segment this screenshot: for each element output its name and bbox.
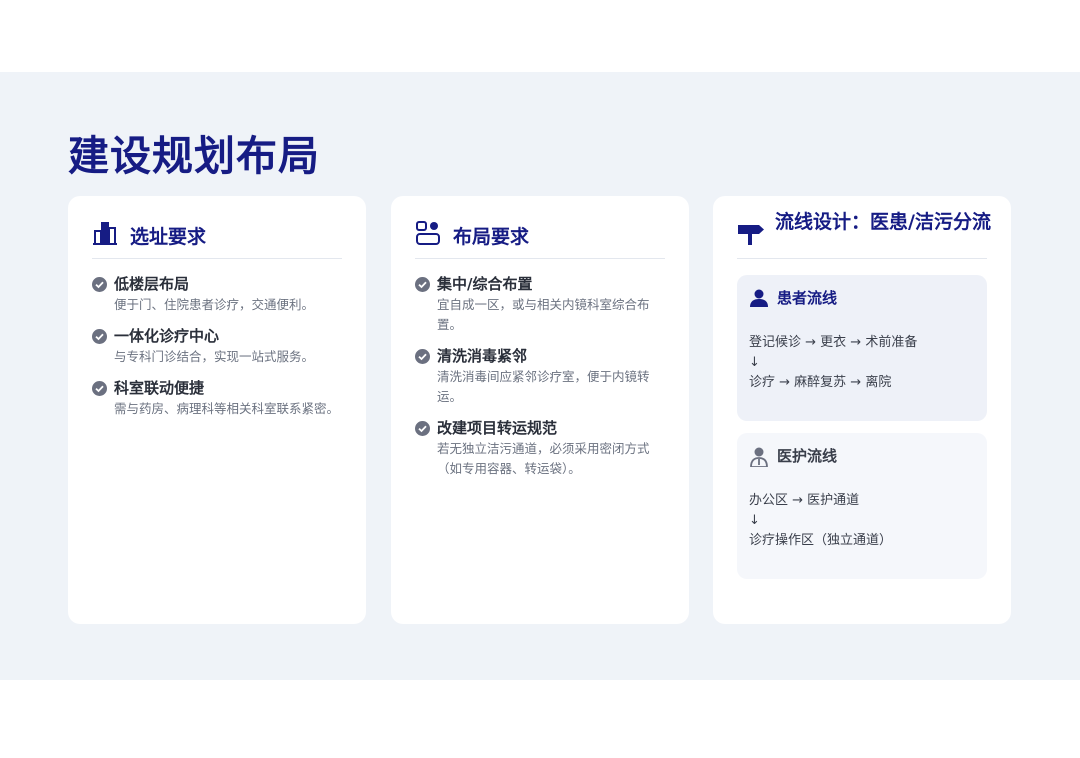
patient-flow-box: 患者流线 登记候诊 → 更衣 → 术前准备 ↓ 诊疗 → 麻醉复苏 → 离院: [737, 275, 987, 421]
check-circle-icon: [92, 277, 107, 292]
flow-step-line: 诊疗 → 麻醉复苏 → 离院: [749, 375, 892, 390]
item-desc: 宜自成一区，或与相关内镜科室综合布置。: [437, 297, 650, 332]
card-title: 布局要求: [453, 226, 530, 248]
check-circle-icon: [415, 421, 430, 436]
list-item: 集中/综合布置 宜自成一区，或与相关内镜科室综合布置。: [415, 273, 665, 335]
card-header: 流线设计：医患/洁污分流: [737, 196, 991, 259]
card-header: 选址要求: [92, 196, 342, 259]
item-desc: 若无独立洁污通道，必须采用密闭方式（如专用容器、转运袋）。: [437, 441, 650, 476]
list-item: 低楼层布局 便于门、住院患者诊疗，交通便利。: [92, 273, 342, 315]
check-circle-icon: [415, 277, 430, 292]
flow-step-line: 诊疗操作区（独立通道）: [749, 533, 893, 548]
staff-flow-box: 医护流线 办公区 → 医护通道 ↓ 诊疗操作区（独立通道）: [737, 433, 987, 579]
flow-step-line: 办公区 → 医护通道: [749, 493, 860, 508]
flow-title: 医护流线: [777, 447, 838, 465]
item-title: 一体化诊疗中心: [114, 327, 220, 345]
item-title: 集中/综合布置: [437, 275, 533, 293]
item-desc: 清洗消毒间应紧邻诊疗室，便于内镜转运。: [437, 369, 650, 404]
item-title: 改建项目转运规范: [437, 419, 558, 437]
item-desc: 与专科门诊结合，实现一站式服务。: [114, 349, 315, 364]
card-title: 流线设计：医患/洁污分流: [775, 211, 991, 233]
item-desc: 便于门、住院患者诊疗，交通便利。: [114, 297, 315, 312]
list-item: 清洗消毒紧邻 清洗消毒间应紧邻诊疗室，便于内镜转运。: [415, 345, 665, 407]
list-item: 一体化诊疗中心 与专科门诊结合，实现一站式服务。: [92, 325, 342, 367]
flow-title: 患者流线: [777, 289, 838, 307]
flow-step-line: 登记候诊 → 更衣 → 术前准备: [749, 335, 918, 350]
doctor-icon: [749, 447, 769, 471]
check-circle-icon: [92, 381, 107, 396]
card-flow-design: 流线设计：医患/洁污分流 患者流线 登记候诊 → 更衣 → 术前准备 ↓ 诊疗 …: [713, 196, 1011, 624]
item-title: 清洗消毒紧邻: [437, 347, 528, 365]
page-title: 建设规划布局: [68, 132, 320, 180]
item-title: 低楼层布局: [114, 275, 190, 293]
layout-icon: [415, 220, 441, 250]
flow-arrow: ↓: [749, 355, 760, 370]
list-item: 改建项目转运规范 若无独立洁污通道，必须采用密闭方式（如专用容器、转运袋）。: [415, 417, 665, 479]
person-icon: [749, 289, 769, 311]
signpost-icon: [737, 220, 765, 250]
card-site-requirements: 选址要求 低楼层布局 便于门、住院患者诊疗，交通便利。 一体化诊疗中心 与专科门…: [68, 196, 366, 624]
card-title: 选址要求: [130, 226, 207, 248]
card-header: 布局要求: [415, 196, 665, 259]
item-title: 科室联动便捷: [114, 379, 205, 397]
slide: 建设规划布局 选址要求 低楼层布局 便于门、住院患者诊疗，交通便利。 一体化诊疗…: [0, 72, 1080, 680]
card-layout-requirements: 布局要求 集中/综合布置 宜自成一区，或与相关内镜科室综合布置。 清洗消毒紧邻 …: [391, 196, 689, 624]
list-item: 科室联动便捷 需与药房、病理科等相关科室联系紧密。: [92, 377, 342, 419]
check-circle-icon: [92, 329, 107, 344]
item-desc: 需与药房、病理科等相关科室联系紧密。: [114, 401, 340, 416]
check-circle-icon: [415, 349, 430, 364]
flow-arrow: ↓: [749, 513, 760, 528]
building-icon: [92, 220, 118, 250]
